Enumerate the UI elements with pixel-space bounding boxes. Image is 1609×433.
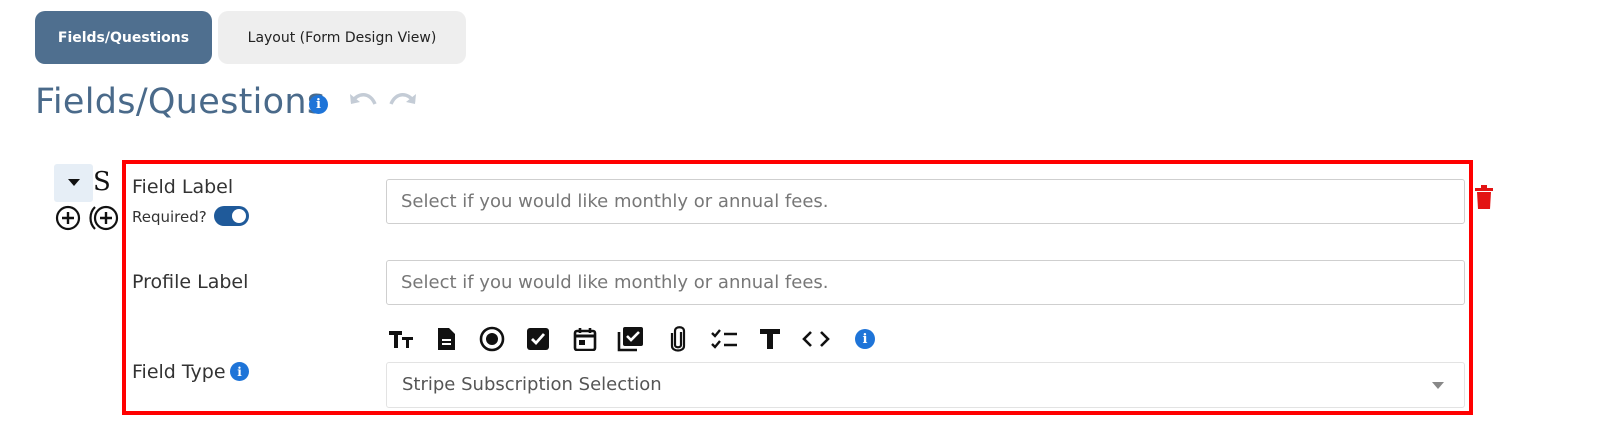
code-icon[interactable] [802,325,830,353]
info-icon[interactable]: i [230,362,249,381]
field-type-select[interactable]: Stripe Subscription Selection [386,362,1465,408]
tab-fields-questions[interactable]: Fields/Questions [35,11,212,64]
field-label-heading: Field Label [132,176,234,198]
field-type-selected-value: Stripe Subscription Selection [402,374,662,395]
profile-label-heading: Profile Label [132,271,249,293]
toggle-knob [232,209,246,223]
collapse-toggle-button[interactable] [54,164,93,202]
field-type-info-icon[interactable]: i [855,329,875,349]
page-title: Fields/Questions [35,82,326,122]
undo-icon[interactable] [348,90,378,112]
text-size-icon[interactable] [387,325,415,353]
required-toggle[interactable] [214,206,249,226]
calendar-icon[interactable] [571,325,599,353]
profile-label-input[interactable] [386,260,1465,305]
chevron-down-icon [1432,382,1444,389]
trash-icon[interactable] [1474,184,1494,210]
multi-checkbox-icon[interactable] [617,325,645,353]
field-type-heading: Field Type [132,361,226,383]
checklist-icon[interactable] [710,325,738,353]
add-field-below-icon[interactable] [55,205,81,231]
required-label: Required? [132,208,207,226]
redo-icon[interactable] [388,90,418,112]
field-type-marker: S [93,167,111,197]
text-t-icon[interactable] [756,325,784,353]
document-icon[interactable] [432,325,460,353]
add-nested-field-icon[interactable] [88,205,120,231]
info-icon[interactable]: i [309,95,328,114]
caret-down-icon [67,179,80,186]
radio-icon[interactable] [478,325,506,353]
tab-layout-form-design[interactable]: Layout (Form Design View) [218,11,466,64]
checkbox-icon[interactable] [524,325,552,353]
field-label-input[interactable] [386,179,1465,224]
paperclip-icon[interactable] [664,325,692,353]
